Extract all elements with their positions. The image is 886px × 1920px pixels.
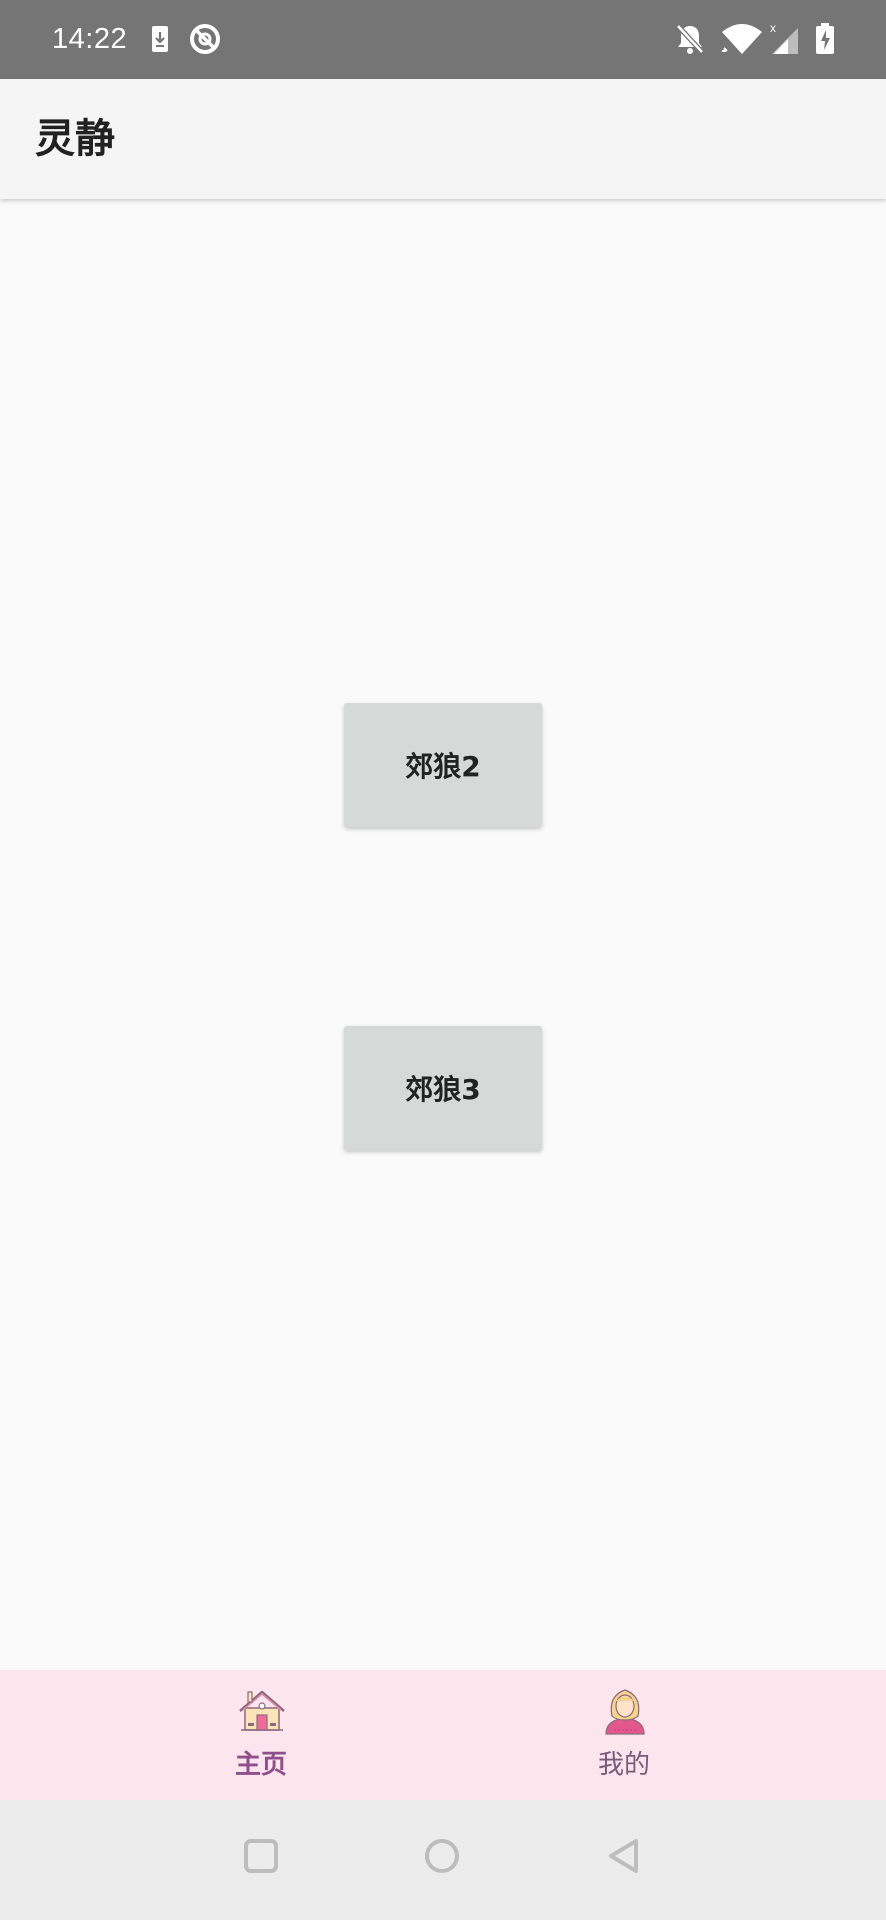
signal-icon: x	[768, 21, 802, 60]
back-button[interactable]	[606, 1838, 642, 1878]
coyote-2-button[interactable]: 郊狼2	[344, 703, 542, 827]
home-button[interactable]	[424, 1838, 460, 1878]
recents-button[interactable]	[243, 1838, 279, 1878]
svg-text:x: x	[770, 22, 776, 35]
coyote-3-button[interactable]: 郊狼3	[344, 1026, 542, 1150]
nav-item-home[interactable]: 主页	[161, 1670, 361, 1800]
download-icon	[150, 22, 170, 60]
system-navigation-bar	[0, 1800, 886, 1920]
bottom-navigation: 主页 我的	[0, 1670, 886, 1800]
nav-label-home: 主页	[234, 1750, 287, 1780]
app-bar: 灵静	[0, 79, 886, 199]
nav-label-mine: 我的	[597, 1750, 650, 1780]
woman-avatar-icon	[600, 1686, 650, 1736]
nav-item-mine[interactable]: 我的	[524, 1670, 724, 1800]
battery-charging-icon	[814, 22, 836, 60]
wifi-icon	[720, 22, 764, 60]
house-icon	[237, 1686, 287, 1736]
page-title: 灵静	[35, 116, 115, 162]
status-bar: 14:22 x	[0, 0, 886, 79]
status-time: 14:22	[52, 23, 128, 55]
vpn-icon	[188, 22, 222, 60]
notifications-off-icon	[674, 22, 706, 60]
